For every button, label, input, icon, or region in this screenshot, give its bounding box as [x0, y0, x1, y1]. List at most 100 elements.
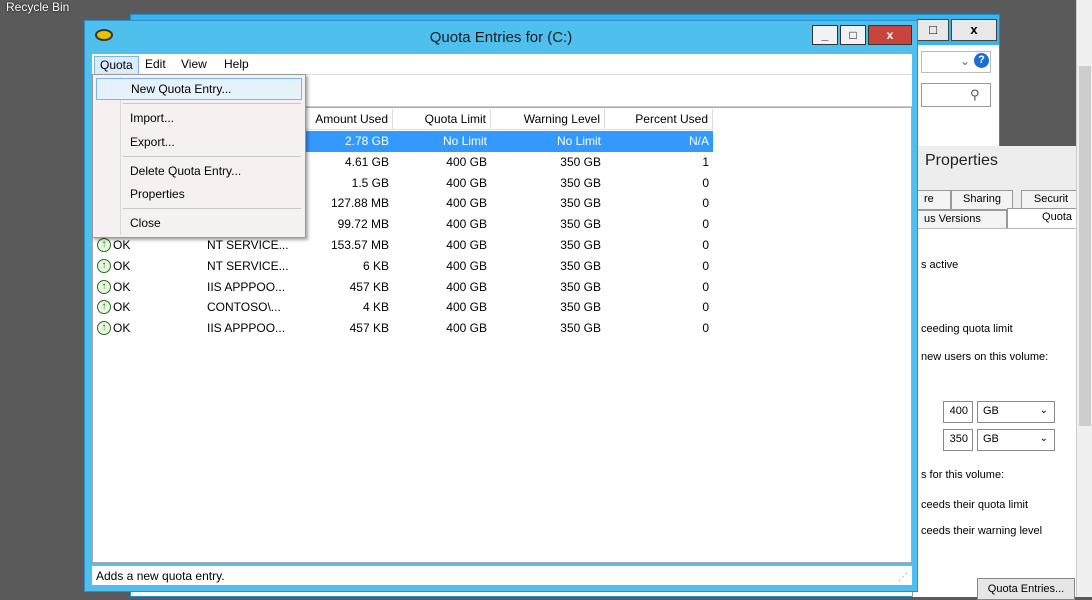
quota-ok-icon: ↑	[97, 238, 111, 252]
amount-cell: 99.72 MB	[337, 217, 389, 232]
percent-cell: 0	[702, 258, 709, 273]
properties-dialog: Properties re Sharing Securit us Version…	[912, 146, 1092, 600]
amount-cell: 2.78 GB	[344, 134, 389, 148]
limit-value-field[interactable]: 400	[943, 401, 973, 423]
limit-cell: 400 GB	[446, 321, 487, 336]
table-row[interactable]: ↑ OK IIS APPPOO... 457 KB 400 GB 350 GB 0	[93, 277, 911, 298]
deny-space-line: ceeding quota limit	[921, 323, 1013, 335]
column-amount-used[interactable]: Amount Used	[305, 109, 393, 130]
log-warning-line: ceeds their warning level	[921, 525, 1043, 537]
quota-ok-icon: ↑	[97, 300, 111, 315]
menu-bar: Quota Edit View Help	[92, 54, 912, 75]
status-text: Adds a new quota entry.	[96, 569, 225, 583]
status-bar: Adds a new quota entry. ⋰	[92, 565, 912, 585]
limit-unit-select[interactable]: GB ⌄	[977, 401, 1055, 423]
name-cell: NT SERVICE...	[207, 258, 289, 273]
limit-cell: 400 GB	[446, 238, 487, 252]
table-row[interactable]: 2.78 GB No Limit No Limit N/A	[305, 131, 713, 152]
warning-cell: 350 GB	[560, 300, 601, 315]
status-line: s active	[921, 259, 959, 271]
menu-help[interactable]: Help	[219, 56, 254, 75]
tab-quota[interactable]: Quota	[1007, 208, 1079, 230]
maximize-button[interactable]: □	[840, 25, 866, 45]
amount-cell: 457 KB	[349, 279, 389, 294]
search-icon[interactable]: ⚲	[970, 87, 980, 103]
warning-cell: 350 GB	[560, 238, 601, 252]
column-quota-limit[interactable]: Quota Limit	[393, 109, 491, 130]
logging-line: s for this volume:	[921, 469, 1005, 481]
percent-cell: 0	[702, 196, 709, 211]
column-percent-used[interactable]: Percent Used	[605, 109, 713, 130]
warning-unit-select[interactable]: GB ⌄	[977, 429, 1055, 451]
percent-cell: 1	[702, 154, 709, 169]
window-title: Quota Entries for (C:)	[429, 29, 573, 46]
menu-item-import[interactable]: Import...	[96, 108, 302, 130]
name-cell: IIS APPPOO...	[207, 321, 286, 336]
table-row[interactable]: ↑ OK IIS APPPOO... 457 KB 400 GB 350 GB 0	[93, 318, 911, 339]
limit-cell: 400 GB	[446, 279, 487, 294]
menu-view[interactable]: View	[176, 56, 212, 75]
limit-unit-value: GB	[983, 405, 999, 417]
column-warning-level[interactable]: Warning Level	[491, 109, 605, 130]
properties-title: Properties	[925, 152, 998, 169]
table-row[interactable]: ↑ OK NT SERVICE... 153.57 MB 400 GB 350 GB 0	[93, 235, 911, 256]
menu-quota[interactable]: Quota	[94, 56, 139, 75]
menu-separator	[123, 156, 301, 157]
tab-sharing[interactable]: Sharing	[951, 190, 1013, 210]
limit-cell: 400 GB	[446, 217, 487, 232]
warning-cell: 350 GB	[560, 196, 601, 211]
tab-general[interactable]: re	[917, 190, 951, 210]
explorer-close-button[interactable]: x	[951, 19, 997, 41]
amount-cell: 153.57 MB	[330, 238, 389, 252]
chevron-down-icon: ⌄	[1039, 405, 1048, 416]
quota-title-bar[interactable]: Quota Entries for (C:) _ □ x	[85, 21, 917, 53]
menu-item-close[interactable]: Close	[96, 213, 302, 235]
help-icon[interactable]: ?	[974, 53, 989, 68]
menu-separator	[123, 103, 301, 104]
warning-value-field[interactable]: 350	[943, 429, 973, 451]
name-cell: NT SERVICE...	[207, 238, 289, 252]
limit-cell: 400 GB	[446, 154, 487, 169]
menu-item-properties[interactable]: Properties	[96, 184, 302, 206]
status-cell: OK	[113, 321, 131, 336]
log-quota-line: ceeds their quota limit	[921, 499, 1028, 511]
amount-cell: 127.88 MB	[330, 196, 389, 211]
minimize-button[interactable]: _	[812, 25, 838, 45]
amount-cell: 1.5 GB	[351, 175, 389, 190]
percent-cell: 0	[702, 300, 709, 315]
resize-grip-icon[interactable]: ⋰	[898, 572, 908, 583]
warning-cell: 350 GB	[560, 175, 601, 190]
menu-item-delete-quota-entry[interactable]: Delete Quota Entry...	[96, 161, 302, 183]
recycle-bin-label[interactable]: Recycle Bin	[6, 0, 69, 14]
percent-cell: 0	[702, 279, 709, 294]
menu-gutter	[120, 77, 121, 235]
menu-item-export[interactable]: Export...	[96, 132, 302, 154]
warning-cell: No Limit	[556, 134, 601, 148]
table-row[interactable]: ↑ OK NT SERVICE... 6 KB 400 GB 350 GB 0	[93, 256, 911, 277]
quota-ok-icon: ↑	[97, 279, 111, 294]
quota-ok-icon: ↑	[97, 258, 111, 273]
tab-previous-versions[interactable]: us Versions	[917, 210, 1007, 230]
chevron-down-icon[interactable]: ⌄	[960, 54, 970, 68]
quota-ok-icon: ↑	[97, 321, 111, 336]
tab-security[interactable]: Securit	[1021, 190, 1081, 210]
warning-cell: 350 GB	[560, 154, 601, 169]
menu-item-new-quota-entry[interactable]: New Quota Entry...	[96, 78, 302, 100]
close-button[interactable]: x	[868, 25, 912, 45]
name-cell: IIS APPPOO...	[207, 279, 286, 294]
percent-cell: 0	[702, 217, 709, 232]
explorer-maximize-button[interactable]: □	[917, 19, 949, 41]
default-limit-line: new users on this volume:	[921, 351, 1049, 363]
explorer-address-bar[interactable]: ⌄ ?	[921, 51, 991, 73]
limit-cell: No Limit	[442, 134, 487, 148]
vertical-scrollbar[interactable]	[1076, 0, 1092, 597]
warning-cell: 350 GB	[560, 217, 601, 232]
quota-tab-panel: s active ceeding quota limit new users o…	[913, 228, 1092, 597]
limit-cell: 400 GB	[446, 300, 487, 315]
explorer-search-box[interactable]: ⚲	[921, 83, 991, 107]
scroll-thumb[interactable]	[1079, 66, 1091, 426]
percent-cell: 0	[702, 175, 709, 190]
table-row[interactable]: ↑ OK CONTOSO\... 4 KB 400 GB 350 GB 0	[93, 297, 911, 318]
menu-edit[interactable]: Edit	[140, 56, 171, 75]
amount-cell: 6 KB	[362, 258, 389, 273]
